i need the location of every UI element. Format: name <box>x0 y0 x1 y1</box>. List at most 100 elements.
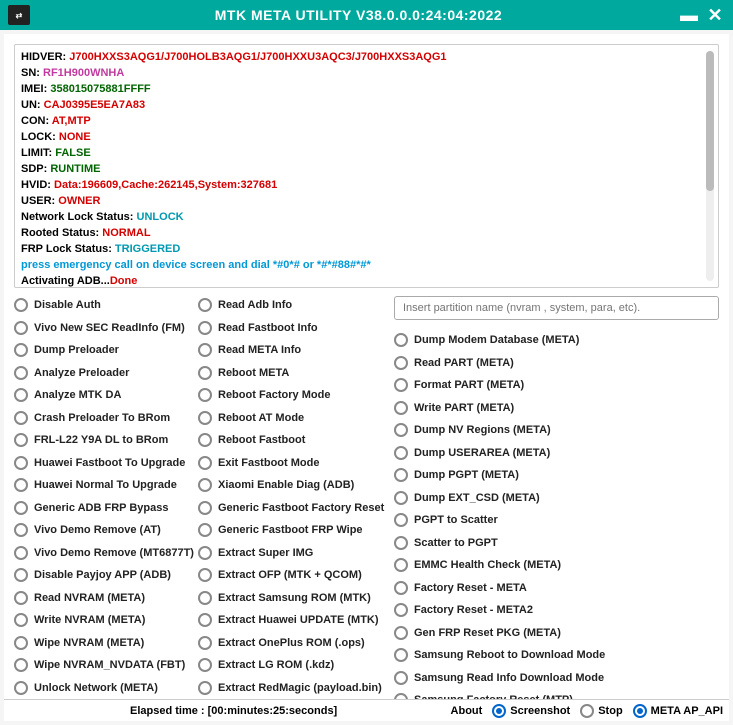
option-radio[interactable]: Huawei Fastboot To Upgrade <box>14 454 192 473</box>
radio-dot-icon <box>492 704 506 718</box>
option-label: Reboot Fastboot <box>218 434 305 446</box>
option-radio[interactable]: Disable Payjoy APP (ADB) <box>14 566 192 585</box>
option-radio[interactable]: Reboot Factory Mode <box>198 386 388 405</box>
option-radio[interactable]: Dump PGPT (META) <box>394 465 719 485</box>
radio-dot-icon <box>198 366 212 380</box>
radio-dot-icon <box>198 456 212 470</box>
radio-dot-icon <box>198 321 212 335</box>
option-radio[interactable]: Samsung Factory Reset (MTP) <box>394 690 719 699</box>
option-radio[interactable]: Read Fastboot Info <box>198 319 388 338</box>
option-radio[interactable]: Wipe NVRAM (META) <box>14 634 192 653</box>
option-radio[interactable]: Xiaomi Enable Diag (ADB) <box>198 476 388 495</box>
radio-dot-icon <box>394 648 408 662</box>
option-radio[interactable]: Dump EXT_CSD (META) <box>394 488 719 508</box>
option-radio[interactable]: FRL-L22 Y9A DL to BRom <box>14 431 192 450</box>
option-radio[interactable]: Write PART (META) <box>394 398 719 418</box>
radio-dot-icon <box>198 388 212 402</box>
option-radio[interactable]: Generic ADB FRP Bypass <box>14 499 192 518</box>
option-label: Extract Huawei UPDATE (MTK) <box>218 614 379 626</box>
radio-dot-icon <box>198 411 212 425</box>
option-radio[interactable]: Unlock Network (META) <box>14 679 192 698</box>
option-radio[interactable]: Analyze Preloader <box>14 364 192 383</box>
option-radio[interactable]: Extract RedMagic (payload.bin) <box>198 679 388 698</box>
option-radio[interactable]: Reboot AT Mode <box>198 409 388 428</box>
radio-dot-icon <box>394 513 408 527</box>
option-radio[interactable]: Extract OFP (MTK + QCOM) <box>198 566 388 585</box>
option-radio[interactable]: Read PART (META) <box>394 353 719 373</box>
screenshot-radio[interactable]: Screenshot <box>492 704 570 718</box>
option-label: Unlock Network (META) <box>34 682 158 694</box>
option-radio[interactable]: Extract Samsung ROM (MTK) <box>198 589 388 608</box>
option-radio[interactable]: Dump Preloader <box>14 341 192 360</box>
option-radio[interactable]: Read META Info <box>198 341 388 360</box>
option-radio[interactable]: Extract OnePlus ROM (.ops) <box>198 634 388 653</box>
option-radio[interactable]: Factory Reset - META2 <box>394 600 719 620</box>
option-label: Extract OnePlus ROM (.ops) <box>218 637 365 649</box>
option-radio[interactable]: Read Adb Info <box>198 296 388 315</box>
option-radio[interactable]: Reboot Fastboot <box>198 431 388 450</box>
option-radio[interactable]: Samsung Read Info Download Mode <box>394 668 719 688</box>
option-label: Xiaomi Enable Diag (ADB) <box>218 479 354 491</box>
option-label: Read NVRAM (META) <box>34 592 145 604</box>
option-radio[interactable]: Write NVRAM (META) <box>14 611 192 630</box>
option-label: Reboot META <box>218 367 289 379</box>
option-label: Read META Info <box>218 344 301 356</box>
log-line: Rooted Status: NORMAL <box>21 225 712 241</box>
radio-dot-icon <box>394 446 408 460</box>
radio-dot-icon <box>14 568 28 582</box>
option-radio[interactable]: Extract Super IMG <box>198 544 388 563</box>
option-radio[interactable]: Samsung Reboot to Download Mode <box>394 645 719 665</box>
option-radio[interactable]: PGPT to Scatter <box>394 510 719 530</box>
option-label: Generic Fastboot FRP Wipe <box>218 524 363 536</box>
option-radio[interactable]: Gen FRP Reset PKG (META) <box>394 623 719 643</box>
radio-dot-icon <box>394 378 408 392</box>
option-radio[interactable]: Vivo New SEC ReadInfo (FM) <box>14 319 192 338</box>
about-button[interactable]: About <box>451 705 483 717</box>
radio-dot-icon <box>14 433 28 447</box>
option-radio[interactable]: Disable Auth <box>14 296 192 315</box>
option-label: Generic Fastboot Factory Reset <box>218 502 384 514</box>
option-radio[interactable]: Format PART (META) <box>394 375 719 395</box>
option-radio[interactable]: Huawei Normal To Upgrade <box>14 476 192 495</box>
option-radio[interactable]: Generic Fastboot FRP Wipe <box>198 521 388 540</box>
partition-search-input[interactable] <box>394 296 719 320</box>
stop-radio[interactable]: Stop <box>580 704 622 718</box>
option-label: Dump PGPT (META) <box>414 469 519 481</box>
log-line: Network Lock Status: UNLOCK <box>21 209 712 225</box>
option-radio[interactable]: Crash Preloader To BRom <box>14 409 192 428</box>
log-line: SN: RF1H900WNHA <box>21 65 712 81</box>
option-label: Format PART (META) <box>414 379 524 391</box>
option-radio[interactable]: Exit Fastboot Mode <box>198 454 388 473</box>
option-radio[interactable]: Analyze MTK DA <box>14 386 192 405</box>
option-radio[interactable]: Generic Fastboot Factory Reset <box>198 499 388 518</box>
option-radio[interactable]: Wipe NVRAM_NVDATA (FBT) <box>14 656 192 675</box>
radio-dot-icon <box>14 613 28 627</box>
option-radio[interactable]: Dump USERAREA (META) <box>394 443 719 463</box>
option-label: Dump EXT_CSD (META) <box>414 492 540 504</box>
radio-dot-icon <box>394 581 408 595</box>
option-radio[interactable]: Vivo Demo Remove (MT6877T) <box>14 544 192 563</box>
meta-ap-api-radio[interactable]: META AP_API <box>633 704 723 718</box>
log-scrollbar-thumb[interactable] <box>706 51 714 191</box>
option-radio[interactable]: Vivo Demo Remove (AT) <box>14 521 192 540</box>
option-radio[interactable]: Extract LG ROM (.kdz) <box>198 656 388 675</box>
option-label: Dump NV Regions (META) <box>414 424 551 436</box>
option-radio[interactable]: Read NVRAM (META) <box>14 589 192 608</box>
minimize-icon[interactable]: ▬ <box>679 5 699 25</box>
option-radio[interactable]: Reboot META <box>198 364 388 383</box>
option-radio[interactable]: Factory Reset - META <box>394 578 719 598</box>
option-radio[interactable]: Scatter to PGPT <box>394 533 719 553</box>
option-radio[interactable]: Dump Modem Database (META) <box>394 330 719 350</box>
radio-dot-icon <box>198 546 212 560</box>
option-radio[interactable]: Extract Huawei UPDATE (MTK) <box>198 611 388 630</box>
option-label: Analyze Preloader <box>34 367 129 379</box>
option-radio[interactable]: EMMC Health Check (META) <box>394 555 719 575</box>
radio-dot-icon <box>14 366 28 380</box>
option-label: Dump Modem Database (META) <box>414 334 579 346</box>
option-label: Extract OFP (MTK + QCOM) <box>218 569 362 581</box>
radio-dot-icon <box>198 658 212 672</box>
option-label: Reboot Factory Mode <box>218 389 330 401</box>
log-line: CON: AT,MTP <box>21 113 712 129</box>
close-icon[interactable]: ✕ <box>705 5 725 25</box>
option-radio[interactable]: Dump NV Regions (META) <box>394 420 719 440</box>
